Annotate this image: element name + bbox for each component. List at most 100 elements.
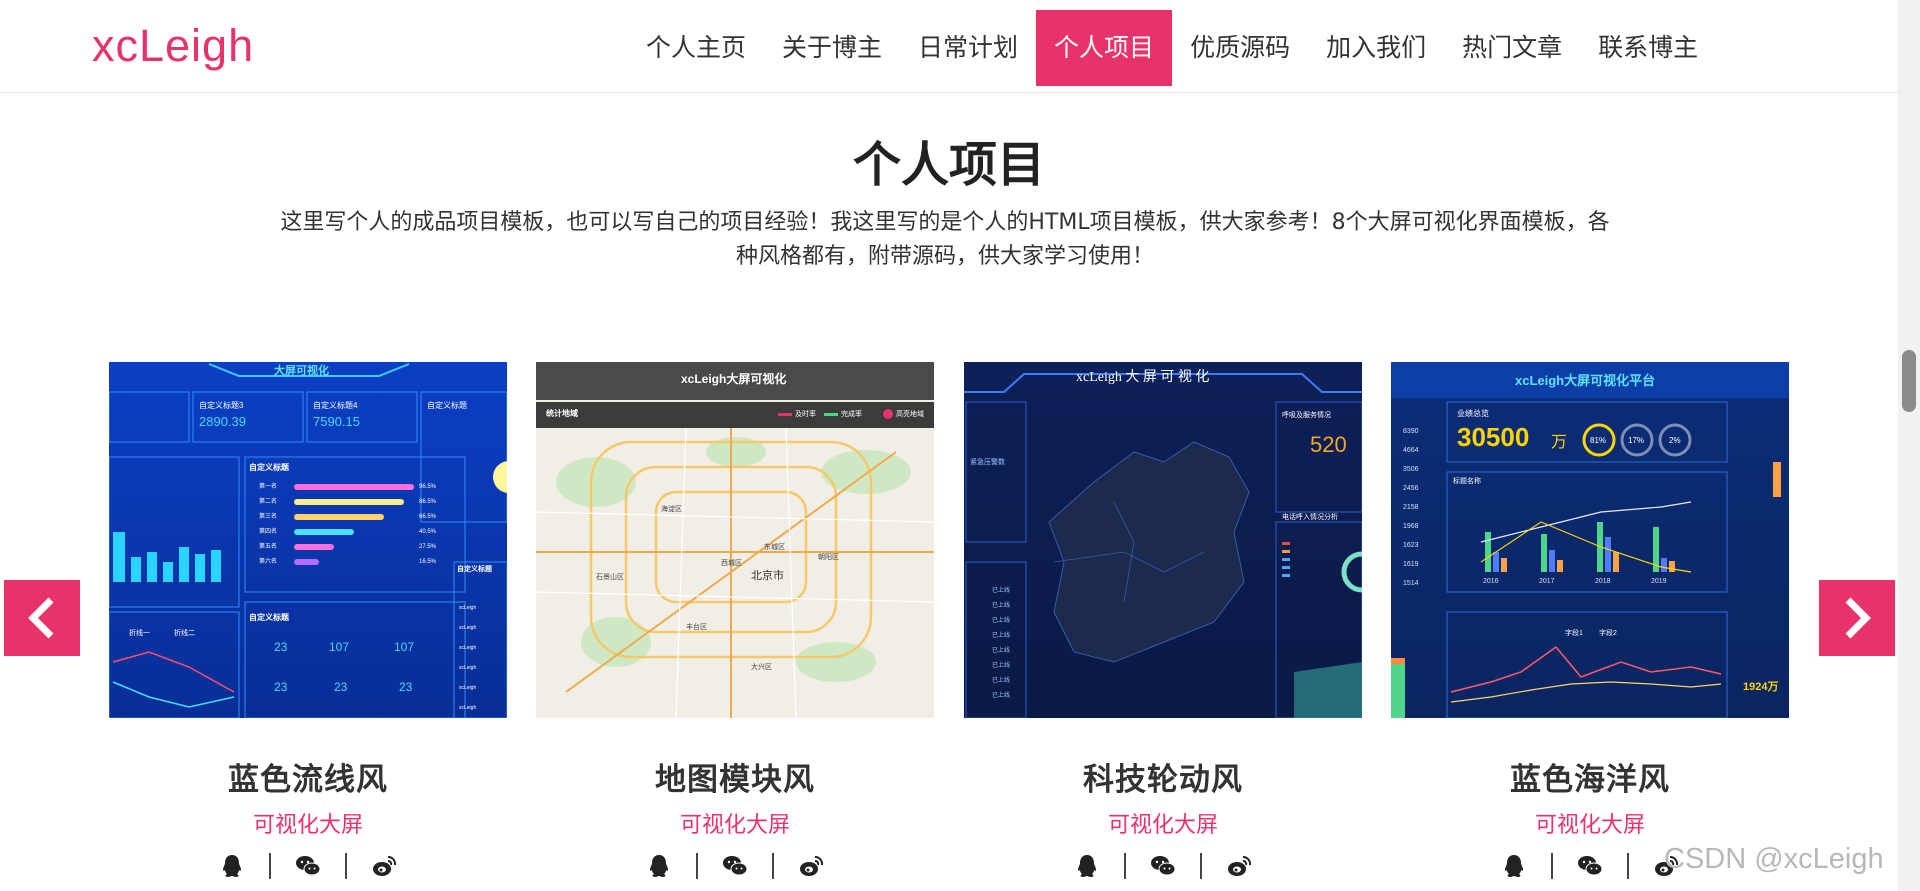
thumb-axis-value: 1623 (1403, 542, 1419, 549)
project-title[interactable]: 蓝色海洋风 (1391, 754, 1789, 799)
thumb-panel-title: 呼吸及服务情况 (1282, 412, 1331, 419)
divider (1200, 853, 1202, 879)
nav-item-home[interactable]: 个人主页 (628, 10, 764, 86)
thumb-rank-item: 第五名 (259, 544, 278, 550)
thumb-axis-value: 3506 (1403, 466, 1419, 473)
thumb-stat: 23 (274, 640, 288, 654)
thumb-side-row: xcLeigh (459, 685, 477, 691)
wechat-icon[interactable] (295, 853, 321, 879)
thumb-header: 大屏可视化 (274, 365, 329, 377)
thumb-rank-item: 第三名 (259, 514, 278, 520)
thumb-legend: 完成率 (841, 411, 862, 418)
project-card[interactable]: xcLeigh大屏可视化平台 业绩总览 30500 万 81% 17% 2% 8… (1391, 362, 1789, 881)
thumb-status-row: 已上线 (992, 663, 1011, 669)
thumb-total-unit: 万 (1551, 434, 1568, 451)
project-thumbnail[interactable]: xcLeigh 大 屏 可 视 化 呼吸及服务情况 520 电话呼入情况分析 紧… (964, 362, 1362, 718)
thumb-side-row: xcLeigh (459, 625, 477, 631)
project-card[interactable]: 大屏可视化 自定义标题3 2890.39 自定义标题4 7590.15 自定义标… (109, 362, 507, 881)
qq-icon[interactable] (646, 853, 672, 879)
thumb-map-district: 丰台区 (686, 624, 707, 631)
thumb-axis-value: 8390 (1403, 428, 1419, 435)
project-title[interactable]: 科技轮动风 (964, 754, 1362, 799)
nav-item-source[interactable]: 优质源码 (1172, 10, 1308, 86)
thumb-header: xcLeigh 大 屏 可 视 化 (1076, 370, 1210, 385)
thumb-legend: 折线二 (174, 630, 195, 637)
thumb-side-value: 1924万 (1743, 681, 1779, 693)
nav-item-join[interactable]: 加入我们 (1308, 10, 1444, 86)
project-title[interactable]: 蓝色流线风 (109, 754, 507, 799)
nav-item-about[interactable]: 关于博主 (764, 10, 900, 86)
section-description: 这里写个人的成品项目模板，也可以写自己的项目经验！我这里写的是个人的HTML项目… (280, 210, 1610, 269)
weibo-icon[interactable] (371, 853, 397, 879)
thumb-year: 2016 (1483, 578, 1499, 585)
project-subtitle: 可视化大屏 (1534, 813, 1645, 838)
wechat-icon[interactable] (722, 853, 748, 879)
nav-item-projects[interactable]: 个人项目 (1036, 10, 1173, 86)
weibo-icon[interactable] (798, 853, 824, 879)
carousel-next-button[interactable] (1819, 580, 1895, 656)
thumb-kpi-label: 自定义标题4 (313, 401, 358, 410)
thumb-legend: 及时率 (795, 411, 816, 418)
divider (345, 853, 347, 879)
thumb-total-value: 30500 (1457, 422, 1530, 452)
thumb-ring-value: 17% (1628, 436, 1645, 445)
thumb-stat: 23 (334, 680, 348, 694)
thumb-status-row: 已上线 (992, 648, 1011, 654)
nav-item-plan[interactable]: 日常计划 (900, 10, 1036, 86)
thumb-axis-value: 1619 (1403, 561, 1419, 568)
site-logo[interactable]: xcLeigh (92, 20, 254, 72)
project-subtitle: 可视化大屏 (1107, 813, 1218, 838)
qq-icon[interactable] (1074, 853, 1100, 879)
nav-item-contact[interactable]: 联系博主 (1580, 10, 1716, 86)
thumb-map-district: 海淀区 (661, 506, 682, 513)
thumb-rank-pct: 86.5% (419, 499, 437, 505)
section-title: 个人项目 (852, 137, 1045, 193)
project-card[interactable]: xcLeigh大屏可视化 统计地域 及时率 完成率 高亮地域 北京市 海淀区 西… (536, 362, 934, 881)
project-thumbnail[interactable]: xcLeigh大屏可视化 统计地域 及时率 完成率 高亮地域 北京市 海淀区 西… (536, 362, 934, 718)
wechat-icon[interactable] (1150, 853, 1176, 879)
thumb-rank-pcts: 96.5% 86.5% 66.5% 40.5% 27.5% 16.5% (419, 480, 436, 570)
thumb-map-district: 西城区 (721, 560, 742, 567)
thumb-side-row: xcLeigh (459, 705, 477, 711)
thumb-big-value: 520 (1310, 432, 1347, 457)
thumb-panel-title: 电话呼入情况分析 (1282, 514, 1338, 521)
project-card[interactable]: xcLeigh 大 屏 可 视 化 呼吸及服务情况 520 电话呼入情况分析 紧… (964, 362, 1362, 881)
thumb-axis-value: 1968 (1403, 523, 1419, 530)
divider (1551, 853, 1553, 879)
thumb-bar-label: 统计地域 (546, 409, 578, 418)
thumb-stat: 23 (274, 680, 288, 694)
project-title[interactable]: 地图模块风 (536, 754, 934, 799)
main-nav: 个人主页 关于博主 日常计划 个人项目 优质源码 加入我们 热门文章 联系博主 (628, 10, 1716, 86)
divider (696, 853, 698, 879)
project-thumbnail[interactable]: xcLeigh大屏可视化平台 业绩总览 30500 万 81% 17% 2% 8… (1391, 362, 1789, 718)
page-scrollbar[interactable] (1898, 0, 1920, 891)
thumb-rank-pct: 16.5% (419, 559, 437, 565)
thumb-stat: 23 (399, 680, 413, 694)
thumb-rank-item: 第四名 (259, 529, 278, 535)
thumb-year: 2019 (1651, 578, 1667, 585)
thumb-header: xcLeigh大屏可视化 (681, 372, 787, 386)
nav-item-articles[interactable]: 热门文章 (1444, 10, 1580, 86)
thumb-status-row: 已上线 (992, 678, 1011, 684)
qq-icon[interactable] (1501, 853, 1527, 879)
thumb-rank-pct: 66.5% (419, 514, 437, 520)
thumb-panel-title: 标题名称 (1453, 478, 1481, 485)
thumb-axis-value: 2456 (1403, 485, 1419, 492)
thumb-kpi-label: 自定义标题3 (199, 401, 244, 410)
thumb-kpi-value: 7590.15 (313, 414, 360, 429)
wechat-icon[interactable] (1577, 853, 1603, 879)
thumb-side-list: xcLeigh xcLeigh xcLeigh xcLeigh xcLeigh … (459, 598, 476, 718)
weibo-icon[interactable] (1226, 853, 1252, 879)
divider (772, 853, 774, 879)
scrollbar-thumb[interactable] (1902, 350, 1916, 412)
thumb-total-label: 业绩总览 (1457, 409, 1489, 418)
qq-icon[interactable] (219, 853, 245, 879)
chevron-right-icon (1845, 597, 1871, 639)
carousel-prev-button[interactable] (4, 580, 80, 656)
project-thumbnail[interactable]: 大屏可视化 自定义标题3 2890.39 自定义标题4 7590.15 自定义标… (109, 362, 507, 718)
thumb-panel-title: 自定义标题 (457, 566, 492, 573)
thumb-kpi-label: 自定义标题 (427, 401, 467, 410)
thumb-map-city: 北京市 (751, 570, 784, 582)
thumb-left-label: 紧急压警数 (970, 459, 1005, 466)
thumb-rank-list: 第一名 第二名 第三名 第四名 第五名 第六名 (259, 480, 277, 570)
